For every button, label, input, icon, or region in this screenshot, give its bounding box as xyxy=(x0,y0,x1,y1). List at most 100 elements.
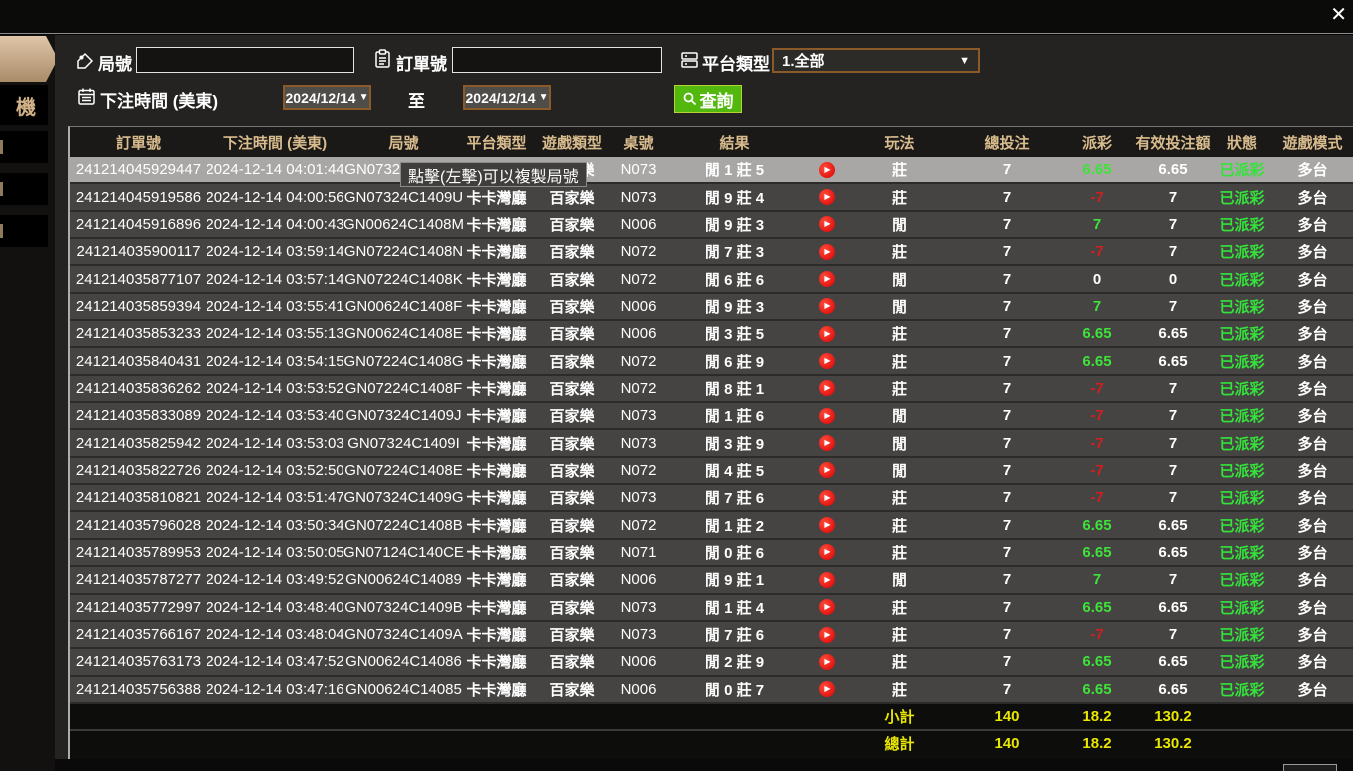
table-row[interactable]: 241214035763173 2024-12-14 03:47:52 GN00… xyxy=(70,649,1353,676)
game-no-cell[interactable]: GN07324C1409I xyxy=(343,430,464,455)
game-no-cell[interactable]: GN07224C1408K xyxy=(343,266,464,291)
game-no-cell[interactable]: GN00624C14085 xyxy=(343,677,464,702)
game-no-cell[interactable]: GN07224C1408B xyxy=(343,512,464,537)
video-cell: ▶ xyxy=(807,567,847,592)
game-mode-cell: 多台 xyxy=(1270,622,1353,647)
play-video-icon[interactable]: ▶ xyxy=(819,298,835,314)
game-no-cell[interactable]: GN07324C1409U xyxy=(343,184,464,209)
play-video-icon[interactable]: ▶ xyxy=(819,490,835,506)
table-row[interactable]: 241214035789953 2024-12-14 03:50:05 GN07… xyxy=(70,540,1353,567)
game-no-cell[interactable]: GN07324C1409A xyxy=(343,622,464,647)
play-video-icon[interactable]: ▶ xyxy=(819,271,835,287)
table-row[interactable]: 241214035766167 2024-12-14 03:48:04 GN07… xyxy=(70,622,1353,649)
video-cell: ▶ xyxy=(807,512,847,537)
total-bet-cell: 7 xyxy=(952,595,1062,620)
game-no-cell[interactable]: GN07224C1408G xyxy=(343,348,464,373)
game-mode-cell: 多台 xyxy=(1270,430,1353,455)
play-video-icon[interactable]: ▶ xyxy=(819,326,835,342)
game-no-cell[interactable]: GN00624C14089 xyxy=(343,567,464,592)
table-row[interactable]: 241214035756388 2024-12-14 03:47:16 GN00… xyxy=(70,677,1353,704)
order-no-cell: 241214035822726 xyxy=(70,458,207,483)
payout-cell: -7 xyxy=(1062,622,1132,647)
play-video-icon[interactable]: ▶ xyxy=(819,572,835,588)
game-no-cell[interactable]: GN00624C1408F xyxy=(343,294,464,319)
play-video-icon[interactable]: ▶ xyxy=(819,353,835,369)
valid-bet-cell: 7 xyxy=(1132,458,1214,483)
table-row[interactable]: 241214035796028 2024-12-14 03:50:34 GN07… xyxy=(70,512,1353,539)
game-no-cell[interactable]: GN07224C1408N xyxy=(343,239,464,264)
play-video-icon[interactable]: ▶ xyxy=(819,435,835,451)
sidebar-item[interactable] xyxy=(0,215,48,247)
table-row[interactable]: 241214035833089 2024-12-14 03:53:40 GN07… xyxy=(70,403,1353,430)
subtotal-valid-bet: 130.2 xyxy=(1132,704,1214,729)
platform-type-value: 1.全部 xyxy=(782,50,825,71)
table-row[interactable]: 241214035822726 2024-12-14 03:52:50 GN07… xyxy=(70,458,1353,485)
play-video-icon[interactable]: ▶ xyxy=(819,654,835,670)
game-no-cell[interactable]: GN00624C14086 xyxy=(343,649,464,674)
game-no-cell[interactable]: GN07224C1408E xyxy=(343,458,464,483)
total-bet-cell: 7 xyxy=(952,430,1062,455)
valid-bet-cell: 6.65 xyxy=(1132,512,1214,537)
play-video-icon[interactable]: ▶ xyxy=(819,599,835,615)
sidebar-item[interactable] xyxy=(0,173,48,205)
game-mode-cell: 多台 xyxy=(1270,321,1353,346)
sidebar-active-tab[interactable] xyxy=(0,36,58,82)
game-no-input[interactable] xyxy=(136,47,354,73)
bet-time-cell: 2024-12-14 04:00:56 xyxy=(207,184,343,209)
result-cell: 閒 7 莊 6 xyxy=(662,622,807,647)
table-row[interactable]: 241214035825942 2024-12-14 03:53:03 GN07… xyxy=(70,430,1353,457)
tag-icon xyxy=(76,52,94,70)
platform-type-select[interactable]: 1.全部 ▼ xyxy=(772,48,980,73)
table-row[interactable]: 241214035853233 2024-12-14 03:55:13 GN00… xyxy=(70,321,1353,348)
search-button[interactable]: 查詢 xyxy=(674,85,742,113)
play-video-icon[interactable]: ▶ xyxy=(819,681,835,697)
play-video-icon[interactable]: ▶ xyxy=(819,462,835,478)
play-video-icon[interactable]: ▶ xyxy=(819,189,835,205)
table-row[interactable]: 241214045916896 2024-12-14 04:00:43 GN00… xyxy=(70,212,1353,239)
payout-cell: 6.65 xyxy=(1062,595,1132,620)
game-no-cell[interactable]: GN07324C1409J xyxy=(343,403,464,428)
table-row[interactable]: 241214035810821 2024-12-14 03:51:47 GN07… xyxy=(70,485,1353,512)
table-no-cell: N073 xyxy=(615,485,662,510)
play-video-icon[interactable]: ▶ xyxy=(819,216,835,232)
game-no-cell[interactable]: GN00624C1408M xyxy=(343,212,464,237)
game-no-cell[interactable]: GN00624C1408E xyxy=(343,321,464,346)
play-video-icon[interactable]: ▶ xyxy=(819,544,835,560)
payout-cell: -7 xyxy=(1062,430,1132,455)
play-type-cell: 莊 xyxy=(847,540,952,565)
status-cell: 已派彩 xyxy=(1214,157,1270,182)
sidebar-item-machine[interactable]: 機 xyxy=(0,85,48,125)
play-video-icon[interactable]: ▶ xyxy=(819,380,835,396)
order-no-input[interactable] xyxy=(452,47,662,73)
game-no-cell[interactable]: GN07224C1408F xyxy=(343,376,464,401)
game-mode-cell: 多台 xyxy=(1270,458,1353,483)
play-video-icon[interactable]: ▶ xyxy=(819,408,835,424)
table-row[interactable]: 241214035877107 2024-12-14 03:57:14 GN07… xyxy=(70,266,1353,293)
date-from-select[interactable]: 2024/12/14 ▼ xyxy=(283,85,371,110)
table-row[interactable]: 241214035787277 2024-12-14 03:49:52 GN00… xyxy=(70,567,1353,594)
close-icon[interactable]: ✕ xyxy=(1330,3,1347,27)
game-no-cell[interactable]: GN07324C1409G xyxy=(343,485,464,510)
play-video-icon[interactable]: ▶ xyxy=(819,627,835,643)
game-mode-cell: 多台 xyxy=(1270,376,1353,401)
play-video-icon[interactable]: ▶ xyxy=(819,244,835,260)
game-no-cell[interactable]: GN07124C140CE xyxy=(343,540,464,565)
sidebar-item[interactable] xyxy=(0,131,48,163)
table-row[interactable]: 241214035836262 2024-12-14 03:53:52 GN07… xyxy=(70,376,1353,403)
status-cell: 已派彩 xyxy=(1214,512,1270,537)
table-row[interactable]: 241214045919586 2024-12-14 04:00:56 GN07… xyxy=(70,184,1353,211)
total-bet-cell: 7 xyxy=(952,540,1062,565)
table-row[interactable]: 241214045929447 2024-12-14 04:01:44 GN07… xyxy=(70,157,1353,184)
date-to-select[interactable]: 2024/12/14 ▼ xyxy=(463,85,551,110)
video-cell: ▶ xyxy=(807,212,847,237)
valid-bet-cell: 7 xyxy=(1132,622,1214,647)
table-row[interactable]: 241214035900117 2024-12-14 03:59:14 GN07… xyxy=(70,239,1353,266)
game-no-cell[interactable]: GN07324C1409B xyxy=(343,595,464,620)
play-video-icon[interactable]: ▶ xyxy=(819,517,835,533)
order-no-label: 訂單號 xyxy=(396,50,447,75)
table-row[interactable]: 241214035859394 2024-12-14 03:55:41 GN00… xyxy=(70,294,1353,321)
col-result: 結果 xyxy=(662,127,807,157)
table-row[interactable]: 241214035772997 2024-12-14 03:48:40 GN07… xyxy=(70,595,1353,622)
play-video-icon[interactable]: ▶ xyxy=(819,162,835,178)
table-row[interactable]: 241214035840431 2024-12-14 03:54:15 GN07… xyxy=(70,348,1353,375)
